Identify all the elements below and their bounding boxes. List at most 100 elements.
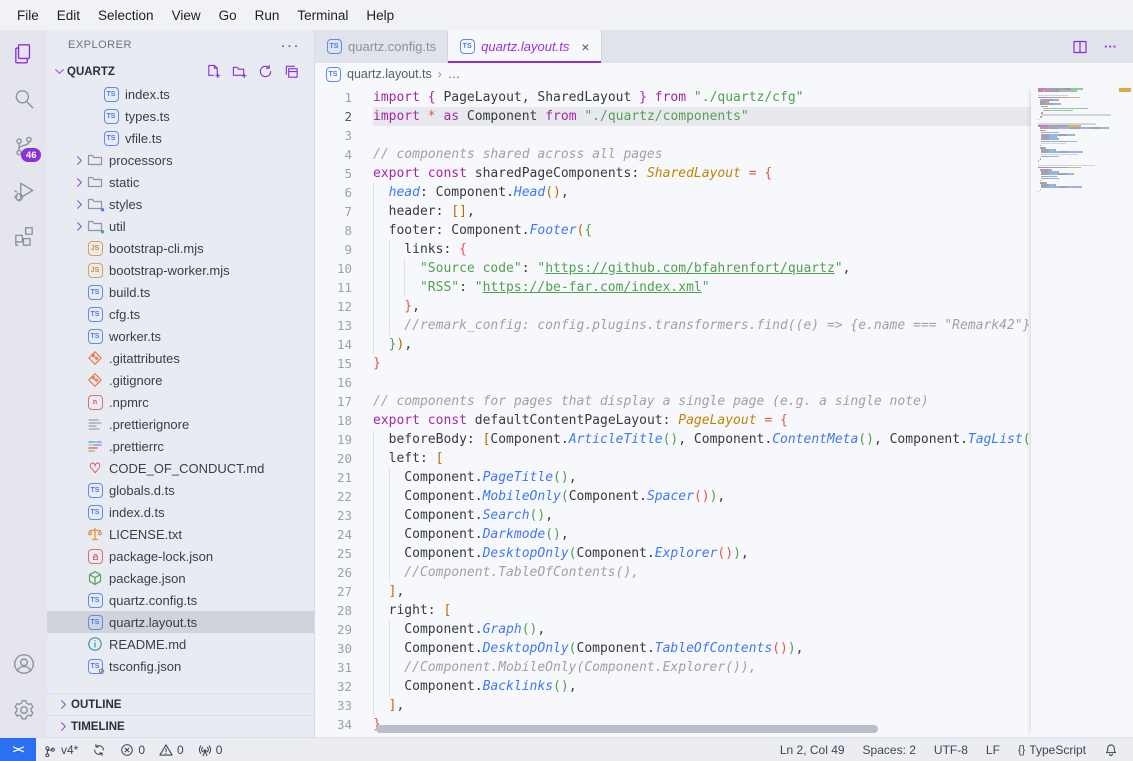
tree-item-.gitattributes[interactable]: .gitattributes	[47, 347, 314, 369]
breadcrumb-rest[interactable]: …	[448, 67, 461, 81]
tree-item-LICENSE.txt[interactable]: LICENSE.txt	[47, 523, 314, 545]
tree-item-util[interactable]: ●util	[47, 215, 314, 237]
menu-go[interactable]: Go	[210, 5, 246, 26]
tree-item-bootstrap-cli.mjs[interactable]: JSbootstrap-cli.mjs	[47, 237, 314, 259]
tree-item-label: package.json	[109, 571, 186, 586]
tree-item-.prettierignore[interactable]: .prettierignore	[47, 413, 314, 435]
tree-item-static[interactable]: static	[47, 171, 314, 193]
more-actions-icon[interactable]: ···	[1104, 39, 1117, 54]
activity-settings-button[interactable]	[0, 687, 47, 733]
project-section-header[interactable]: QUARTZ	[47, 60, 314, 83]
tree-item-package-lock.json[interactable]: package-lock.json	[47, 545, 314, 567]
tab-quartz.layout.ts[interactable]: TSquartz.layout.ts×	[448, 30, 601, 63]
status-ln-2-col-49[interactable]: Ln 2, Col 49	[771, 743, 854, 757]
ts-icon: TS	[325, 66, 341, 82]
folder-styles-icon: ●	[87, 196, 103, 212]
panel-timeline[interactable]: TIMELINE	[47, 715, 314, 737]
breadcrumb[interactable]: TSquartz.layout.ts›…	[315, 63, 1133, 85]
status-typescript[interactable]: {}TypeScript	[1009, 743, 1095, 757]
status-branch[interactable]: v4*	[36, 738, 85, 761]
code-line: left: [	[373, 449, 1133, 468]
line-number: 7	[315, 202, 373, 221]
menu-terminal[interactable]: Terminal	[288, 5, 357, 26]
activity-explorer-button[interactable]	[0, 30, 47, 76]
git-icon	[87, 372, 103, 388]
tree-item-label: .gitattributes	[109, 351, 180, 366]
tree-item-quartz.layout.ts[interactable]: TSquartz.layout.ts	[47, 611, 314, 633]
status-spaces-2[interactable]: Spaces: 2	[854, 743, 925, 757]
tree-item-.npmrc[interactable]: n.npmrc	[47, 391, 314, 413]
tree-item-build.ts[interactable]: TSbuild.ts	[47, 281, 314, 303]
menu-file[interactable]: File	[8, 5, 48, 26]
code-line: Component.Darkmode(),	[373, 525, 1133, 544]
status-label: Spaces: 2	[863, 743, 916, 757]
status-radio-tower[interactable]: 0	[191, 738, 230, 761]
tree-item-cfg.ts[interactable]: TScfg.ts	[47, 303, 314, 325]
tree-item-quartz.config.ts[interactable]: TSquartz.config.ts	[47, 589, 314, 611]
activity-extensions-button[interactable]	[0, 214, 47, 260]
line-number: 22	[315, 487, 373, 506]
sidebar-title: EXPLORER	[68, 39, 132, 51]
account-icon	[12, 652, 36, 676]
refresh-icon[interactable]	[258, 64, 273, 79]
code-line: Component.MobileOnly(Component.Spacer())…	[373, 487, 1133, 506]
menu-run[interactable]: Run	[246, 5, 289, 26]
menu-selection[interactable]: Selection	[89, 5, 163, 26]
code-line: Component.Search(),	[373, 506, 1133, 525]
tree-item-README.md[interactable]: README.md	[47, 633, 314, 655]
status-utf-8[interactable]: UTF-8	[925, 743, 977, 757]
activity-account-button[interactable]	[0, 641, 47, 687]
line-number: 5	[315, 164, 373, 183]
folder-icon	[87, 174, 103, 190]
horizontal-scrollbar[interactable]	[376, 725, 878, 733]
status-bell[interactable]	[1095, 743, 1127, 757]
code-editor[interactable]: 1234567891011121314151617181920212223242…	[315, 85, 1133, 737]
tree-item-vfile.ts[interactable]: TSvfile.ts	[47, 127, 314, 149]
minimap[interactable]	[1031, 85, 1133, 737]
tree-item-processors[interactable]: processors	[47, 149, 314, 171]
status-sync[interactable]	[85, 738, 113, 761]
line-number: 23	[315, 506, 373, 525]
tree-item-bootstrap-worker.mjs[interactable]: JSbootstrap-worker.mjs	[47, 259, 314, 281]
tree-item-index.ts[interactable]: TSindex.ts	[47, 83, 314, 105]
line-number: 27	[315, 582, 373, 601]
tree-item-CODE_OF_CONDUCT.md[interactable]: ♡CODE_OF_CONDUCT.md	[47, 457, 314, 479]
panel-outline[interactable]: OUTLINE	[47, 693, 314, 715]
activity-search-button[interactable]	[0, 76, 47, 122]
tree-item-types.ts[interactable]: TStypes.ts	[47, 105, 314, 127]
line-number: 16	[315, 373, 373, 392]
status-label: 0	[138, 743, 145, 757]
remote-indicator[interactable]: ><	[0, 738, 36, 761]
tab-quartz.config.ts[interactable]: TSquartz.config.ts	[315, 30, 448, 63]
tree-item-label: styles	[109, 197, 142, 212]
chevron-right-icon	[71, 197, 87, 212]
tree-item-label: index.ts	[125, 87, 170, 102]
new-file-icon[interactable]	[206, 64, 221, 79]
bell-icon	[1104, 743, 1118, 757]
menu-edit[interactable]: Edit	[48, 5, 89, 26]
menu-help[interactable]: Help	[357, 5, 403, 26]
close-icon[interactable]: ×	[581, 39, 589, 55]
split-editor-icon[interactable]	[1072, 39, 1088, 55]
status-error[interactable]: 0	[113, 738, 152, 761]
new-folder-icon[interactable]	[232, 64, 247, 79]
code-line: import * as Component from "./quartz/com…	[373, 107, 1133, 126]
tree-item-tsconfig.json[interactable]: TS⚙tsconfig.json	[47, 655, 314, 677]
tree-item-.gitignore[interactable]: .gitignore	[47, 369, 314, 391]
menu-view[interactable]: View	[163, 5, 210, 26]
status-warning[interactable]: 0	[152, 738, 191, 761]
line-number: 10	[315, 259, 373, 278]
scales-icon	[87, 526, 103, 542]
tree-item-worker.ts[interactable]: TSworker.ts	[47, 325, 314, 347]
tree-item-index.d.ts[interactable]: TSindex.d.ts	[47, 501, 314, 523]
tree-item-styles[interactable]: ● styles	[47, 193, 314, 215]
collapse-all-icon[interactable]	[284, 64, 299, 79]
status-lf[interactable]: LF	[977, 743, 1009, 757]
activity-source-control-button[interactable]: 46	[0, 122, 47, 168]
activity-run-debug-button[interactable]	[0, 168, 47, 214]
sidebar-more-actions-button[interactable]: ···	[281, 37, 301, 54]
tree-item-globals.d.ts[interactable]: TSglobals.d.ts	[47, 479, 314, 501]
tree-item-package.json[interactable]: package.json	[47, 567, 314, 589]
run-debug-icon	[12, 179, 36, 203]
tree-item-.prettierrc[interactable]: .prettierrc	[47, 435, 314, 457]
